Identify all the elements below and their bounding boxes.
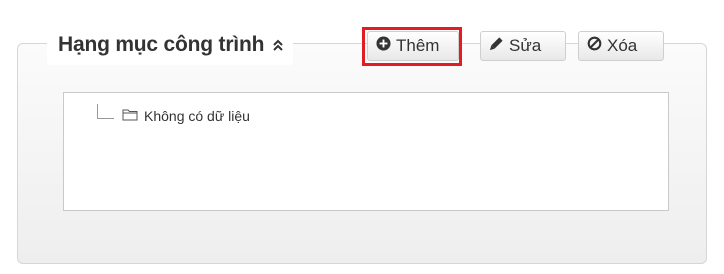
panel-title: Hạng mục công trình [58, 33, 265, 56]
tree-empty-label: Không có dữ liệu [144, 108, 250, 124]
panel-header: Hạng mục công trình [47, 25, 294, 65]
delete-button-label: Xóa [607, 36, 638, 55]
add-button[interactable]: Thêm [367, 31, 459, 61]
double-chevron-up-icon[interactable] [272, 37, 284, 53]
tree-empty-node: Không có dữ liệu [97, 103, 250, 128]
tree-view: Không có dữ liệu [63, 92, 669, 211]
folder-icon [122, 108, 138, 124]
add-button-label: Thêm [396, 36, 440, 55]
edit-button[interactable]: Sửa [480, 31, 566, 61]
plus-circle-icon [376, 36, 391, 56]
pencil-icon [489, 36, 504, 56]
ban-icon [587, 36, 602, 56]
delete-button[interactable]: Xóa [578, 31, 664, 61]
edit-button-label: Sửa [509, 36, 542, 55]
tree-connector-line [97, 103, 114, 119]
